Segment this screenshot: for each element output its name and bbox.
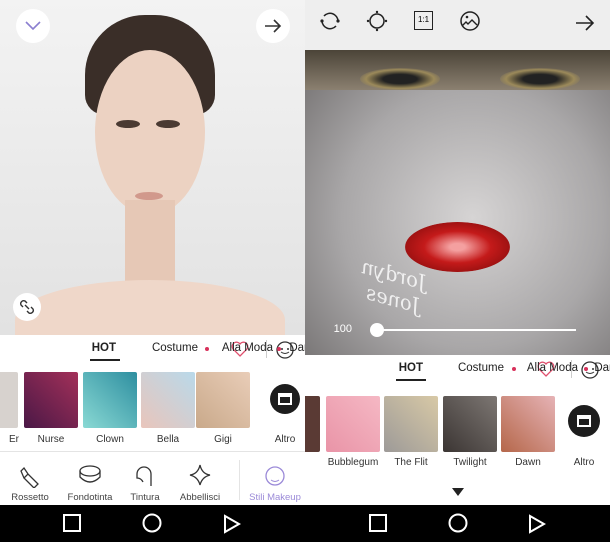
- look-thumb-partial[interactable]: [0, 372, 18, 428]
- look-label: Twilight: [453, 457, 487, 468]
- tool-rossetto[interactable]: Rossetto: [2, 462, 58, 503]
- face-photo[interactable]: [0, 0, 305, 360]
- lipstick-icon: [20, 466, 39, 488]
- chevron-down-icon: [25, 21, 41, 31]
- look-category-tabs: HOT Costume Alla Moda Dani: [305, 355, 610, 383]
- arrow-right-icon: [265, 19, 282, 33]
- photo-canvas[interactable]: Jordyn Jones 100: [305, 50, 610, 355]
- face-style-icon: [265, 466, 285, 486]
- tab-costume[interactable]: Costume: [458, 362, 504, 374]
- tool-stili-makeup[interactable]: Stili Makeup: [247, 462, 303, 503]
- brightness-icon[interactable]: [366, 10, 388, 32]
- tab-alla-moda[interactable]: Alla Moda: [527, 362, 578, 374]
- look-thumb-partial[interactable]: [305, 396, 320, 452]
- look-label: Bella: [156, 434, 180, 445]
- look-label: Dawn: [515, 457, 541, 468]
- new-dot: [205, 347, 209, 351]
- divider: [239, 460, 240, 500]
- home-icon[interactable]: [448, 513, 468, 533]
- recents-icon[interactable]: [63, 514, 81, 532]
- image-icon[interactable]: [459, 10, 481, 32]
- look-thumb-dawn[interactable]: [501, 396, 555, 452]
- tab-costume[interactable]: Costume: [152, 342, 198, 354]
- android-nav-bar: [305, 505, 610, 542]
- look-label: Clown: [96, 434, 124, 445]
- collapse-arrow-icon[interactable]: [452, 488, 464, 496]
- eye: [500, 68, 580, 90]
- tab-underline: [90, 359, 120, 361]
- intensity-slider-knob[interactable]: [370, 323, 384, 337]
- sparkle-icon: [189, 464, 211, 486]
- editor-toolbar: 1:1: [305, 0, 610, 50]
- look-label: Bubblegum: [327, 457, 379, 468]
- back-icon[interactable]: [528, 514, 546, 534]
- tool-tintura[interactable]: Tintura: [117, 462, 173, 503]
- back-icon[interactable]: [223, 514, 241, 534]
- tool-abbellisci[interactable]: Abbellisci: [172, 462, 228, 503]
- lips: [405, 222, 510, 272]
- tab-underline: [396, 379, 426, 381]
- store-icon[interactable]: [568, 405, 600, 437]
- intensity-slider-track[interactable]: [377, 329, 576, 331]
- makeup-panel: HOT Costume Alla Moda Dani Altro Gigi Be…: [0, 0, 305, 542]
- tab-dani[interactable]: Dani: [289, 342, 305, 354]
- look-thumb-bella[interactable]: [141, 372, 195, 428]
- look-thumb-gigi[interactable]: [196, 372, 250, 428]
- look-label: Nurse: [37, 434, 65, 445]
- divider: [0, 451, 305, 452]
- link-icon: [20, 300, 34, 314]
- compare-button[interactable]: [13, 293, 41, 321]
- collapse-button[interactable]: [16, 9, 50, 43]
- store-icon[interactable]: [270, 384, 300, 414]
- next-button[interactable]: [256, 9, 290, 43]
- tab-hot[interactable]: HOT: [92, 342, 116, 354]
- look-category-tabs: HOT Costume Alla Moda Dani: [0, 335, 305, 363]
- hair-icon: [136, 466, 152, 486]
- new-dot: [584, 367, 588, 371]
- look-label: Er: [9, 434, 19, 445]
- new-dot: [277, 347, 281, 351]
- look-thumb-the-flit[interactable]: [384, 396, 438, 452]
- look-thumb-twilight[interactable]: [443, 396, 497, 452]
- eye: [360, 68, 440, 90]
- look-label: Gigi: [214, 434, 232, 445]
- android-nav-bar: [0, 505, 305, 542]
- look-thumb-nurse[interactable]: [24, 372, 78, 428]
- tool-fondotinta[interactable]: Fondotinta: [62, 462, 118, 503]
- arrow-right-icon[interactable]: [574, 12, 596, 34]
- tab-alla-moda[interactable]: Alla Moda: [222, 342, 273, 354]
- home-icon[interactable]: [142, 513, 162, 533]
- tab-dani[interactable]: Dani: [594, 362, 610, 374]
- aspect-ratio-button[interactable]: 1:1: [414, 11, 433, 30]
- look-thumb-bubblegum[interactable]: [326, 396, 380, 452]
- look-label: Altro: [573, 457, 595, 468]
- look-label: The Flit: [394, 457, 428, 468]
- recents-icon[interactable]: [369, 514, 387, 532]
- new-dot: [512, 367, 516, 371]
- look-label: Altro: [274, 434, 296, 445]
- look-thumb-clown[interactable]: [83, 372, 137, 428]
- editor-panel: 1:1 Jordyn Jones 100 HOT Costume Alla Mo…: [305, 0, 610, 542]
- tab-hot[interactable]: HOT: [399, 362, 423, 374]
- rotate-icon[interactable]: [319, 10, 341, 32]
- compact-icon: [79, 465, 101, 483]
- intensity-value: 100: [333, 323, 352, 335]
